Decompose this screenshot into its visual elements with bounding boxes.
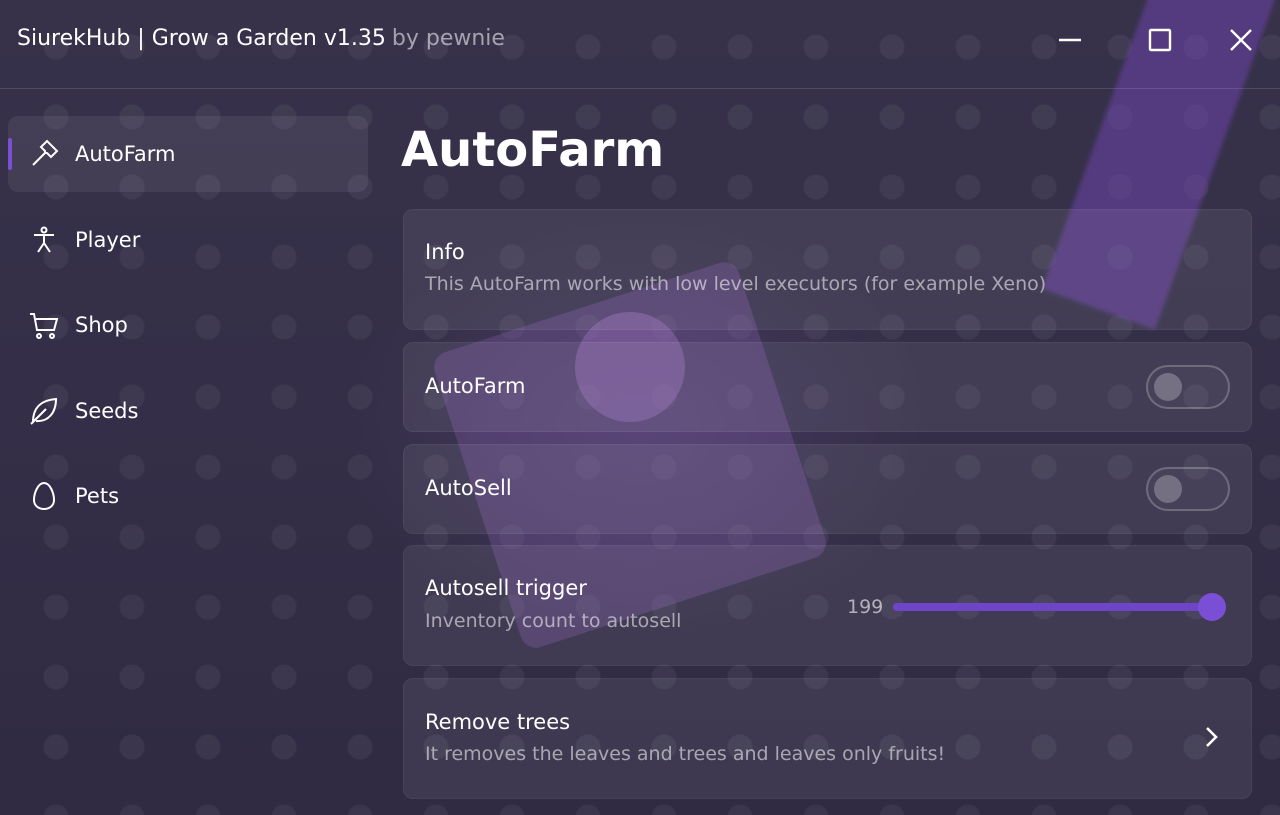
autosell-trigger-description: Inventory count to autosell xyxy=(425,610,682,632)
autofarm-toggle[interactable] xyxy=(1146,365,1230,409)
slider-thumb[interactable] xyxy=(1198,593,1226,621)
hammer-icon xyxy=(26,136,62,172)
toggle-knob xyxy=(1154,475,1182,503)
autosell-trigger-title: Autosell trigger xyxy=(425,576,587,600)
cart-icon xyxy=(26,307,62,343)
info-description: This AutoFarm works with low level execu… xyxy=(425,273,1047,295)
window-title-text: SiurekHub | Grow a Garden v1.35 xyxy=(17,26,386,51)
remove-trees-description: It removes the leaves and trees and leav… xyxy=(425,743,946,765)
sidebar-item-shop[interactable]: Shop xyxy=(8,287,368,363)
sidebar-item-pets[interactable]: Pets xyxy=(8,458,368,534)
sidebar-item-label: Player xyxy=(75,227,141,252)
remove-trees-title: Remove trees xyxy=(425,710,571,734)
sidebar-item-label: Pets xyxy=(75,484,120,508)
info-title: Info xyxy=(425,240,465,264)
autosell-toggle[interactable] xyxy=(1146,467,1230,511)
autosell-trigger-slider[interactable] xyxy=(893,593,1226,621)
sidebar-item-label: Seeds xyxy=(75,398,139,423)
sidebar-item-seeds[interactable]: Seeds xyxy=(8,373,368,449)
toggle-knob xyxy=(1154,373,1182,401)
person-icon xyxy=(26,222,62,258)
window-author: by pewnie xyxy=(391,26,505,51)
sidebar: AutoFarm Player Shop Seeds Pets xyxy=(8,116,368,544)
sidebar-item-label: AutoFarm xyxy=(75,142,176,166)
info-card: Info This AutoFarm works with low level … xyxy=(403,209,1252,330)
sidebar-item-label: Shop xyxy=(75,313,128,337)
slider-value: 199 xyxy=(847,596,884,618)
minimize-icon xyxy=(1056,26,1084,58)
window-title: SiurekHub | Grow a Garden v1.35 by pewnie xyxy=(17,26,505,51)
autofarm-label: AutoFarm xyxy=(425,374,526,398)
autosell-row: AutoSell xyxy=(403,444,1252,534)
close-button[interactable] xyxy=(1221,22,1261,62)
egg-icon xyxy=(26,478,62,514)
autofarm-row: AutoFarm xyxy=(403,342,1252,432)
close-icon xyxy=(1228,27,1254,57)
leaf-icon xyxy=(26,393,62,429)
sidebar-item-autofarm[interactable]: AutoFarm xyxy=(8,116,368,192)
title-bar: SiurekHub | Grow a Garden v1.35 by pewnie xyxy=(0,0,1280,89)
maximize-button[interactable] xyxy=(1140,22,1180,62)
page-title: AutoFarm xyxy=(401,122,665,178)
chevron-right-icon[interactable] xyxy=(1199,723,1223,751)
autosell-trigger-card: Autosell trigger Inventory count to auto… xyxy=(403,545,1252,666)
maximize-icon xyxy=(1147,27,1173,57)
remove-trees-card[interactable]: Remove trees It removes the leaves and t… xyxy=(403,678,1252,799)
minimize-button[interactable] xyxy=(1050,22,1090,62)
slider-fill xyxy=(893,603,1215,611)
sidebar-item-player[interactable]: Player xyxy=(8,202,368,278)
autosell-label: AutoSell xyxy=(425,476,512,500)
